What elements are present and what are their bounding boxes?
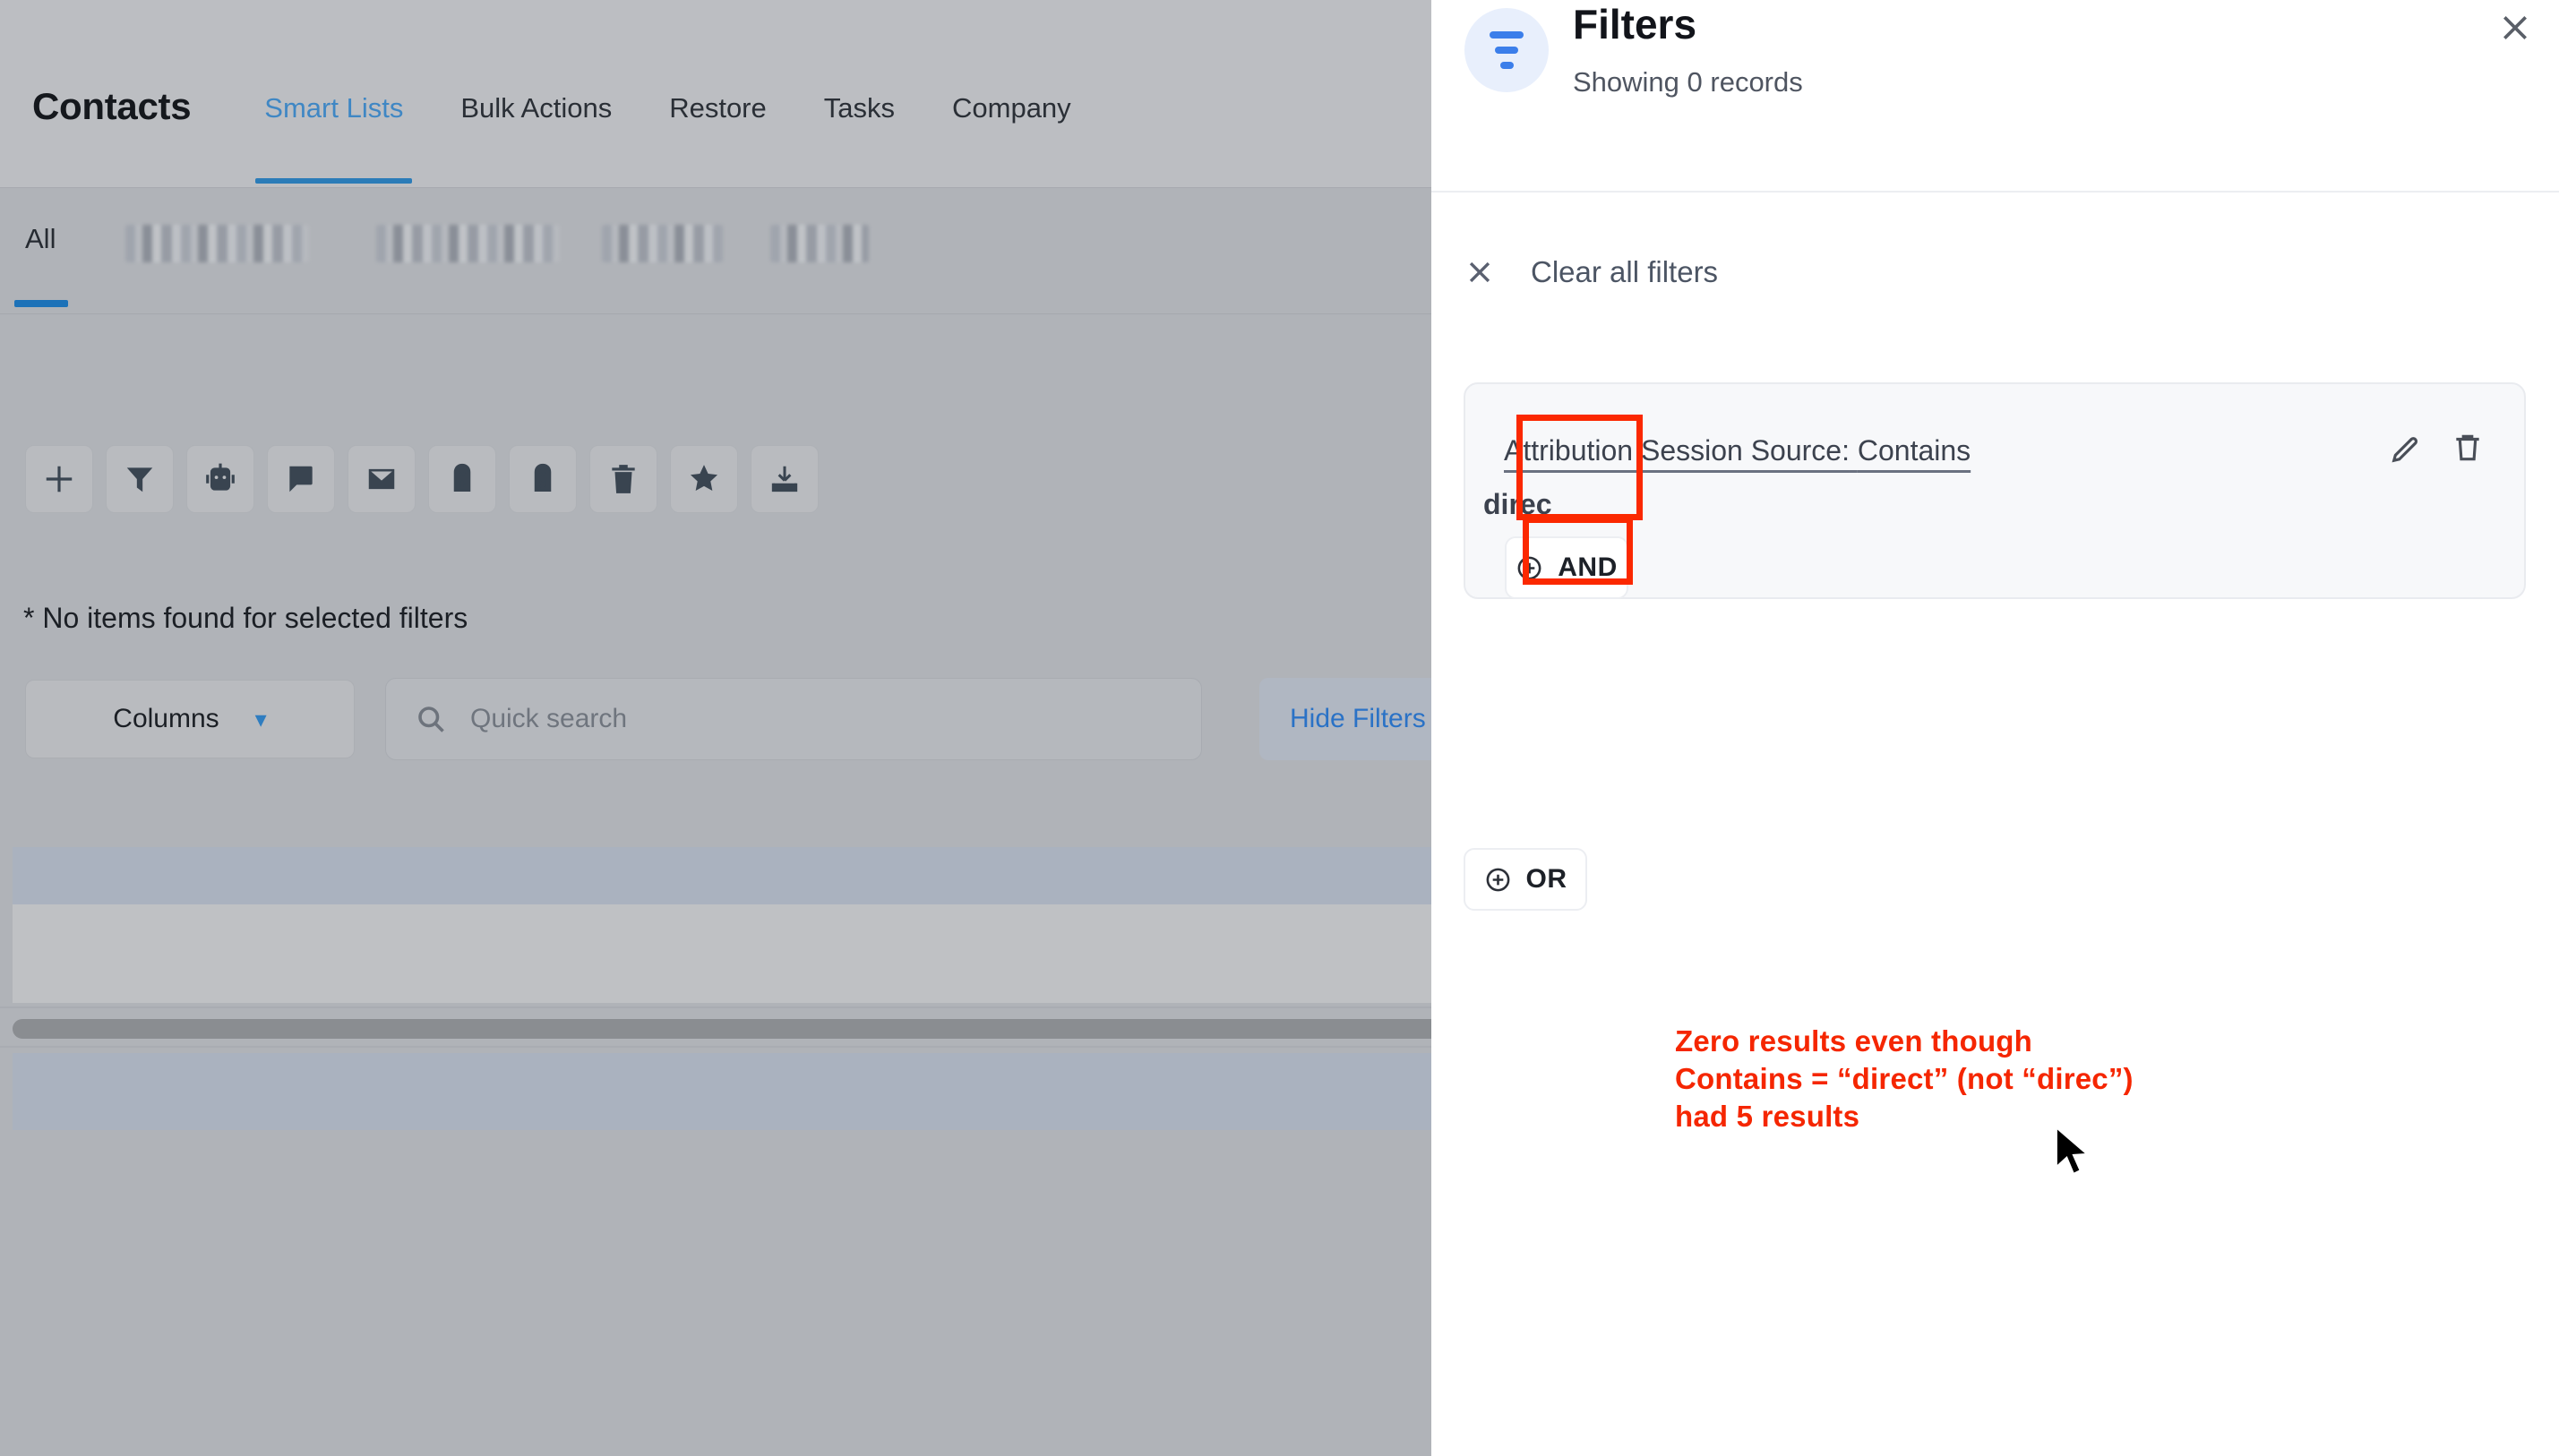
columns-dropdown-label: Columns xyxy=(113,704,219,733)
tab-tasks-label: Tasks xyxy=(823,92,895,124)
annotation-box-operator xyxy=(1516,415,1643,520)
envelope-icon xyxy=(368,468,395,490)
primary-nav-bar: Contacts Smart Lists Bulk Actions Restor… xyxy=(0,0,1431,188)
tab-restore[interactable]: Restore xyxy=(640,89,795,128)
tab-smart-lists-label: Smart Lists xyxy=(264,92,404,124)
annotation-box-value xyxy=(1523,517,1633,585)
close-panel-button[interactable] xyxy=(2489,2,2541,54)
tab-company[interactable]: Company xyxy=(923,89,1100,128)
or-button-label: OR xyxy=(1525,864,1567,894)
primary-nav-row: Contacts Smart Lists Bulk Actions Restor… xyxy=(32,85,1100,184)
close-icon xyxy=(2503,16,2527,39)
horizontal-scrollbar[interactable] xyxy=(13,1019,1431,1039)
smartlist-tab-redacted-2[interactable] xyxy=(376,225,560,262)
filters-panel-title: Filters xyxy=(1573,1,1697,47)
tag-add-icon xyxy=(453,463,471,492)
tab-tasks[interactable]: Tasks xyxy=(795,89,923,128)
filters-record-count: Showing 0 records xyxy=(1573,66,1803,98)
panel-header-divider xyxy=(1431,191,2559,193)
quick-search-field[interactable]: Quick search xyxy=(385,678,1202,760)
list-row-placeholder-1 xyxy=(13,847,1431,904)
tab-smart-lists[interactable]: Smart Lists xyxy=(236,89,432,184)
mouse-cursor xyxy=(2055,1126,2090,1176)
filters-panel-header: Filters Showing 0 records xyxy=(1431,0,2559,206)
search-icon xyxy=(418,707,444,732)
toolbar-bot-button[interactable] xyxy=(186,445,254,513)
action-toolbar xyxy=(25,445,819,513)
page-title: Contacts xyxy=(32,85,192,127)
quick-search-placeholder: Quick search xyxy=(470,704,628,733)
toolbar-email-button[interactable] xyxy=(348,445,416,513)
tab-bulk-actions[interactable]: Bulk Actions xyxy=(432,89,640,128)
filter-operator-label: Contains xyxy=(1857,434,1971,467)
toolbar-favorite-button[interactable] xyxy=(670,445,738,513)
toolbar-message-button[interactable] xyxy=(267,445,335,513)
toolbar-filter-button[interactable] xyxy=(106,445,174,513)
download-icon xyxy=(771,466,798,492)
chevron-down-icon: ▾ xyxy=(254,705,267,732)
hide-filters-label: Hide Filters xyxy=(1290,704,1426,733)
annotation-note: Zero results even though Contains = “dir… xyxy=(1675,1023,2134,1136)
smartlist-tab-redacted-4[interactable] xyxy=(770,225,869,262)
toolbar-export-button[interactable] xyxy=(751,445,819,513)
smartlist-tab-strip: All xyxy=(0,189,1431,314)
list-row-placeholder-2 xyxy=(13,904,1431,1003)
plus-circle-icon xyxy=(1484,866,1512,894)
clear-all-filters-button[interactable]: Clear all filters xyxy=(1464,255,1718,289)
trash-icon[interactable] xyxy=(2451,431,2485,465)
trash-icon xyxy=(612,465,635,493)
toolbar-add-button[interactable] xyxy=(25,445,93,513)
filter-icon-bars xyxy=(1490,31,1524,69)
bot-icon xyxy=(206,463,235,491)
plus-icon xyxy=(46,466,73,492)
smartlist-tab-all[interactable]: All xyxy=(13,223,70,307)
chat-message-icon xyxy=(289,466,313,492)
columns-dropdown[interactable]: Columns ▾ xyxy=(25,680,355,758)
toolbar-remove-tag-button[interactable] xyxy=(509,445,577,513)
close-x-icon xyxy=(1469,261,1490,283)
tab-restore-label: Restore xyxy=(669,92,767,124)
annotation-line-1: Zero results even though xyxy=(1675,1024,2033,1058)
annotation-line-2: Contains = “direct” (not “direc”) xyxy=(1675,1062,2134,1096)
empty-state-message: * No items found for selected filters xyxy=(23,602,468,634)
add-or-condition-button[interactable]: OR xyxy=(1464,848,1587,911)
tab-bulk-actions-label: Bulk Actions xyxy=(460,92,613,124)
list-controls-row: Columns ▾ Quick search Hide Filters xyxy=(25,678,1431,760)
toolbar-delete-button[interactable] xyxy=(589,445,657,513)
tag-remove-icon xyxy=(534,463,552,492)
smartlist-strip-divider xyxy=(0,313,1431,314)
filter-icon xyxy=(1464,8,1549,92)
clear-all-filters-label: Clear all filters xyxy=(1531,255,1719,288)
screenshot-root: Contacts Smart Lists Bulk Actions Restor… xyxy=(0,0,2559,1456)
filter-card-actions xyxy=(2390,431,2485,465)
contacts-app-background: Contacts Smart Lists Bulk Actions Restor… xyxy=(0,0,1431,1456)
smartlist-tab-redacted-3[interactable] xyxy=(602,225,723,262)
pencil-icon[interactable] xyxy=(2390,431,2424,465)
toolbar-add-tag-button[interactable] xyxy=(428,445,496,513)
list-row-placeholder-3 xyxy=(13,1053,1431,1130)
hide-filters-button[interactable]: Hide Filters xyxy=(1259,678,1431,760)
filters-panel: Filters Showing 0 records Clear all filt… xyxy=(1431,0,2559,1456)
list-divider-1 xyxy=(0,1006,1431,1008)
filter-funnel-icon xyxy=(126,467,153,492)
star-icon xyxy=(690,465,718,491)
smartlist-tab-redacted-1[interactable] xyxy=(125,225,309,262)
tab-company-label: Company xyxy=(952,92,1071,124)
list-divider-2 xyxy=(0,1046,1431,1048)
